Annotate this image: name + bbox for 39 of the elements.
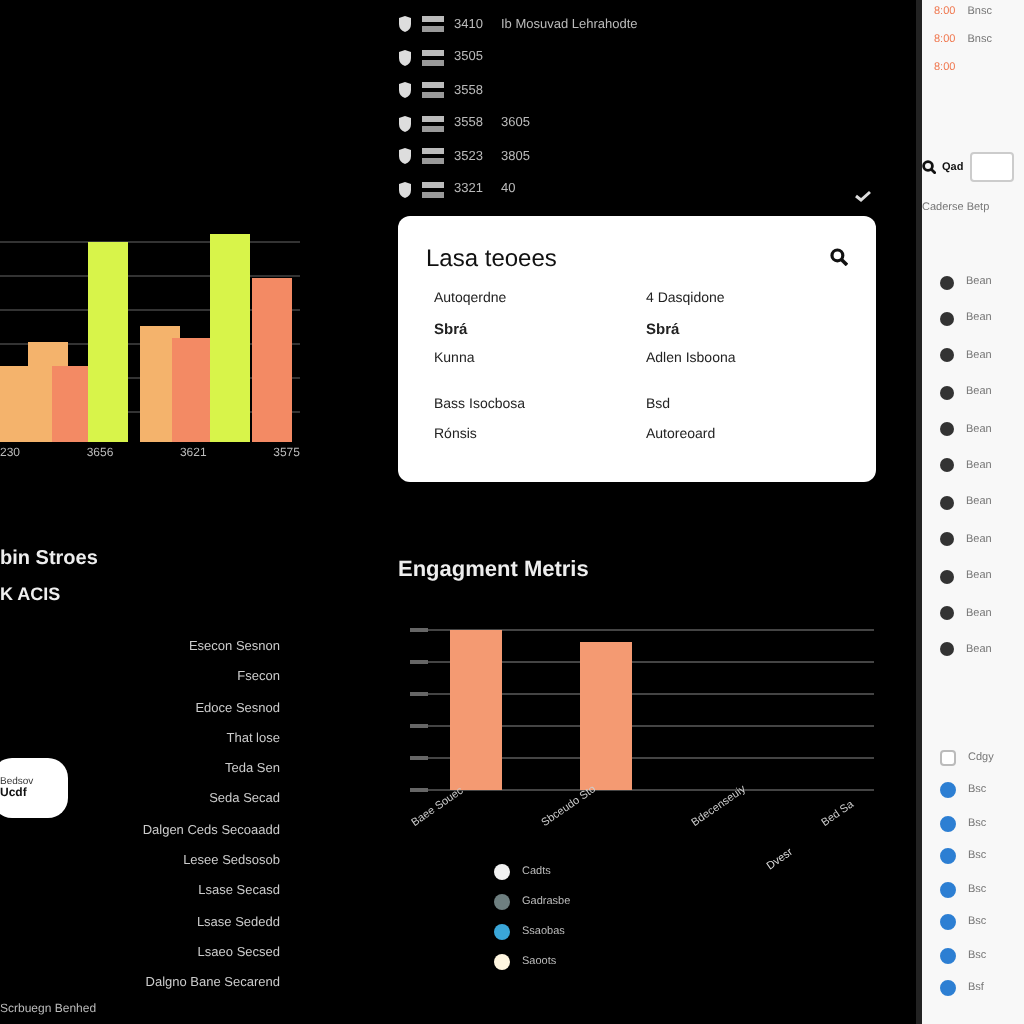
search-icon[interactable] (830, 248, 848, 266)
checkbox[interactable] (940, 914, 956, 931)
checkbox[interactable] (940, 980, 956, 997)
status-icon (940, 385, 954, 400)
shield-icon (398, 181, 412, 197)
checkbox[interactable] (940, 881, 956, 898)
status-icon (940, 275, 954, 289)
status-icon (940, 348, 954, 363)
status-icon (940, 569, 954, 584)
check-icon (854, 189, 872, 201)
checkbox[interactable] (940, 848, 956, 865)
panel-subtitle: K ACIS (0, 584, 63, 604)
checkbox[interactable] (940, 782, 956, 799)
grid-icon (422, 16, 444, 32)
grid-icon (422, 49, 444, 65)
checkbox[interactable] (940, 749, 956, 766)
shield-icon (398, 16, 412, 32)
grid-icon (422, 181, 444, 197)
status-icon (940, 458, 954, 473)
panel-title: bin Stroes (0, 548, 100, 570)
grid-icon (422, 82, 444, 98)
shield-icon (398, 82, 412, 98)
search-icon (922, 160, 936, 174)
status-icon (940, 495, 954, 510)
shield-icon (398, 49, 412, 65)
checkbox[interactable] (940, 947, 956, 964)
status-icon (940, 311, 954, 326)
status-icon (940, 422, 954, 437)
status-icon (940, 606, 954, 621)
checkbox[interactable] (940, 815, 956, 832)
chart-title: Engagment Metris (398, 557, 591, 581)
search-field[interactable] (969, 152, 1014, 182)
shield-icon (398, 115, 412, 131)
status-icon (940, 532, 954, 547)
shield-icon (398, 148, 412, 164)
dialog-title: Lasa teoees (426, 243, 557, 271)
grid-icon (422, 148, 444, 164)
status-icon (940, 642, 954, 657)
grid-icon (422, 115, 444, 131)
